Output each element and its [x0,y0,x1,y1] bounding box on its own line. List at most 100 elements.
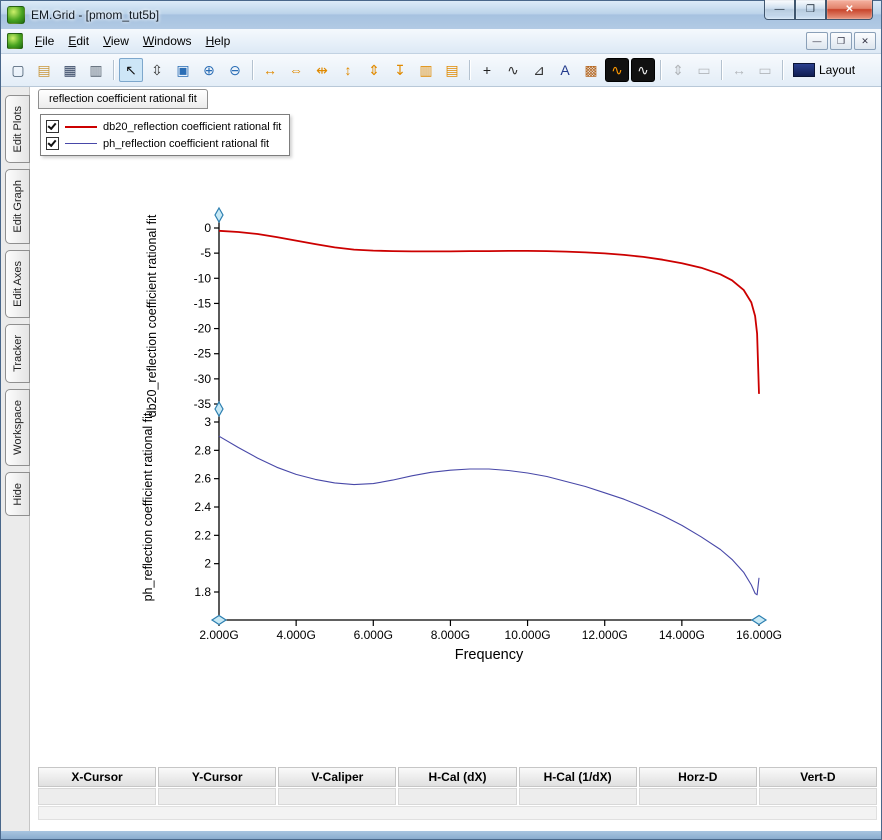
y-tick-label: -35 [194,397,212,411]
cursor-value-cell [519,788,637,805]
toolbar-separator [252,60,253,80]
titlebar[interactable]: EM.Grid - [pmom_tut5b] — ❐ ✕ [1,1,881,29]
menu-windows[interactable]: Windows [136,31,199,51]
close-button[interactable]: ✕ [826,0,873,20]
layout-swatch-icon [793,63,815,77]
x-tick-label: 16.000G [736,628,782,642]
layout-button[interactable]: Layout [788,58,860,82]
sidebar-tab-edit-graph[interactable]: Edit Graph [5,169,30,244]
chart-canvas[interactable]: 2.000G4.000G6.000G8.000G10.000G12.000G14… [30,87,881,831]
mdi-close-button[interactable]: ✕ [854,32,876,50]
db20-axis-cursor-diamond[interactable] [215,208,223,222]
fit-height-icon: ↕ [345,62,352,78]
x-axis-right-cursor-diamond[interactable] [752,616,766,625]
y-tick-label: 2.4 [194,500,211,514]
sidebar-tab-edit-axes[interactable]: Edit Axes [5,250,30,318]
maximize-button[interactable]: ❐ [795,0,826,20]
caliper-button[interactable]: ⊿ [527,58,551,82]
toolbar-separator [660,60,661,80]
ph-curve [219,436,759,595]
y-tick-label: 2.2 [194,528,211,542]
sidebar-tab-label: Tracker [12,335,24,372]
split-rows-button[interactable]: ▤ [440,58,464,82]
main-area: Edit Plots Edit Graph Edit Axes Tracker Work… [1,87,881,831]
waveform-light-button[interactable]: ∿ [631,58,655,82]
y-tick-label: 2 [204,557,211,571]
frame-button: ▭ [753,58,777,82]
mdi-restore-button[interactable]: ❐ [830,32,852,50]
toolbar-separator [113,60,114,80]
color-map-icon: ▩ [584,62,597,79]
tracker-button[interactable]: ∿ [501,58,525,82]
window-controls: — ❐ ✕ [764,0,873,20]
menu-edit[interactable]: Edit [61,31,96,51]
print-icon: ▥ [89,62,102,79]
menu-items: FileEditViewWindowsHelp [28,31,237,51]
pan-hand-button[interactable]: ⇳ [145,58,169,82]
y-tick-label: -10 [194,271,212,285]
column-header-h-cal-dx: H-Cal (dX) [398,767,516,787]
region-select-icon: ▭ [697,62,710,79]
zoom-in-button[interactable]: ⊕ [197,58,221,82]
column-header-v-caliper: V-Caliper [278,767,396,787]
cursor-table-header-row: X-CursorY-CursorV-CaliperH-Cal (dX)H-Cal… [38,767,877,787]
caliper-icon: ⊿ [533,62,545,79]
tracker-icon: ∿ [507,62,519,79]
sidebar-tab-workspace[interactable]: Workspace [5,389,30,466]
sidebar-tab-hide[interactable]: Hide [5,472,30,517]
select-arrow-button[interactable]: ↖ [119,58,143,82]
split-columns-button[interactable]: ▥ [414,58,438,82]
menu-file[interactable]: File [28,31,61,51]
compress-horizontal-button[interactable]: ⇹ [310,58,334,82]
y-tick-label: -25 [194,347,212,361]
waveform-light-icon: ∿ [637,62,649,79]
print-button[interactable]: ▥ [84,58,108,82]
color-map-button[interactable]: ▩ [579,58,603,82]
column-header-horz-d: Horz-D [639,767,757,787]
sidebar-tab-edit-plots[interactable]: Edit Plots [5,95,30,163]
waveform-dark-button[interactable]: ∿ [605,58,629,82]
add-marker-icon: + [483,62,491,78]
align-axes-icon: ↧ [394,62,406,79]
x-tick-label: 10.000G [505,628,551,642]
save-button[interactable]: ▦ [58,58,82,82]
zoom-out-button[interactable]: ⊖ [223,58,247,82]
cursor-table-value-row [38,788,877,805]
fit-width-button[interactable]: ↔ [258,58,282,82]
fit-height-button[interactable]: ↕ [336,58,360,82]
cursor-readout-table: X-CursorY-CursorV-CaliperH-Cal (dX)H-Cal… [38,767,877,820]
x-axis-left-cursor-diamond[interactable] [212,616,226,625]
child-window-icon[interactable] [7,33,23,49]
add-text-button[interactable]: A [553,58,577,82]
split-columns-icon: ▥ [419,62,432,79]
x-tick-label: 6.000G [354,628,393,642]
y-tick-label: 1.8 [194,585,211,599]
left-tool-sidebar: Edit Plots Edit Graph Edit Axes Tracker Work… [1,87,30,831]
mdi-window-controls: — ❐ ✕ [806,32,876,50]
open-file-button[interactable]: ▤ [32,58,56,82]
window-title: EM.Grid - [pmom_tut5b] [31,8,159,22]
expand-vertical-button[interactable]: ⇕ [362,58,386,82]
pan-x-icon: ↔ [732,62,746,78]
zoom-window-icon: ▣ [176,62,189,79]
new-document-button[interactable]: ▢ [6,58,30,82]
y-tick-label: 2.8 [194,443,211,457]
mdi-minimize-button[interactable]: — [806,32,828,50]
add-text-icon: A [560,62,569,78]
app-logo-icon [7,6,25,24]
expand-horizontal-button[interactable]: ⇔ [284,58,308,82]
x-tick-label: 12.000G [582,628,628,642]
add-marker-button[interactable]: + [475,58,499,82]
x-axis-title: Frequency [455,647,524,663]
sidebar-tab-tracker[interactable]: Tracker [5,324,30,383]
menu-help[interactable]: Help [199,31,238,51]
minimize-button[interactable]: — [764,0,795,20]
menu-view[interactable]: View [96,31,136,51]
cursor-table-footer-strip [38,806,877,820]
align-axes-button[interactable]: ↧ [388,58,412,82]
y-axis-title: ph_reflection coefficient rational fit [141,412,155,601]
zoom-window-button[interactable]: ▣ [171,58,195,82]
window-frame-bottom [1,831,881,839]
expand-vertical-icon: ⇕ [368,62,380,79]
new-document-icon: ▢ [11,62,24,79]
